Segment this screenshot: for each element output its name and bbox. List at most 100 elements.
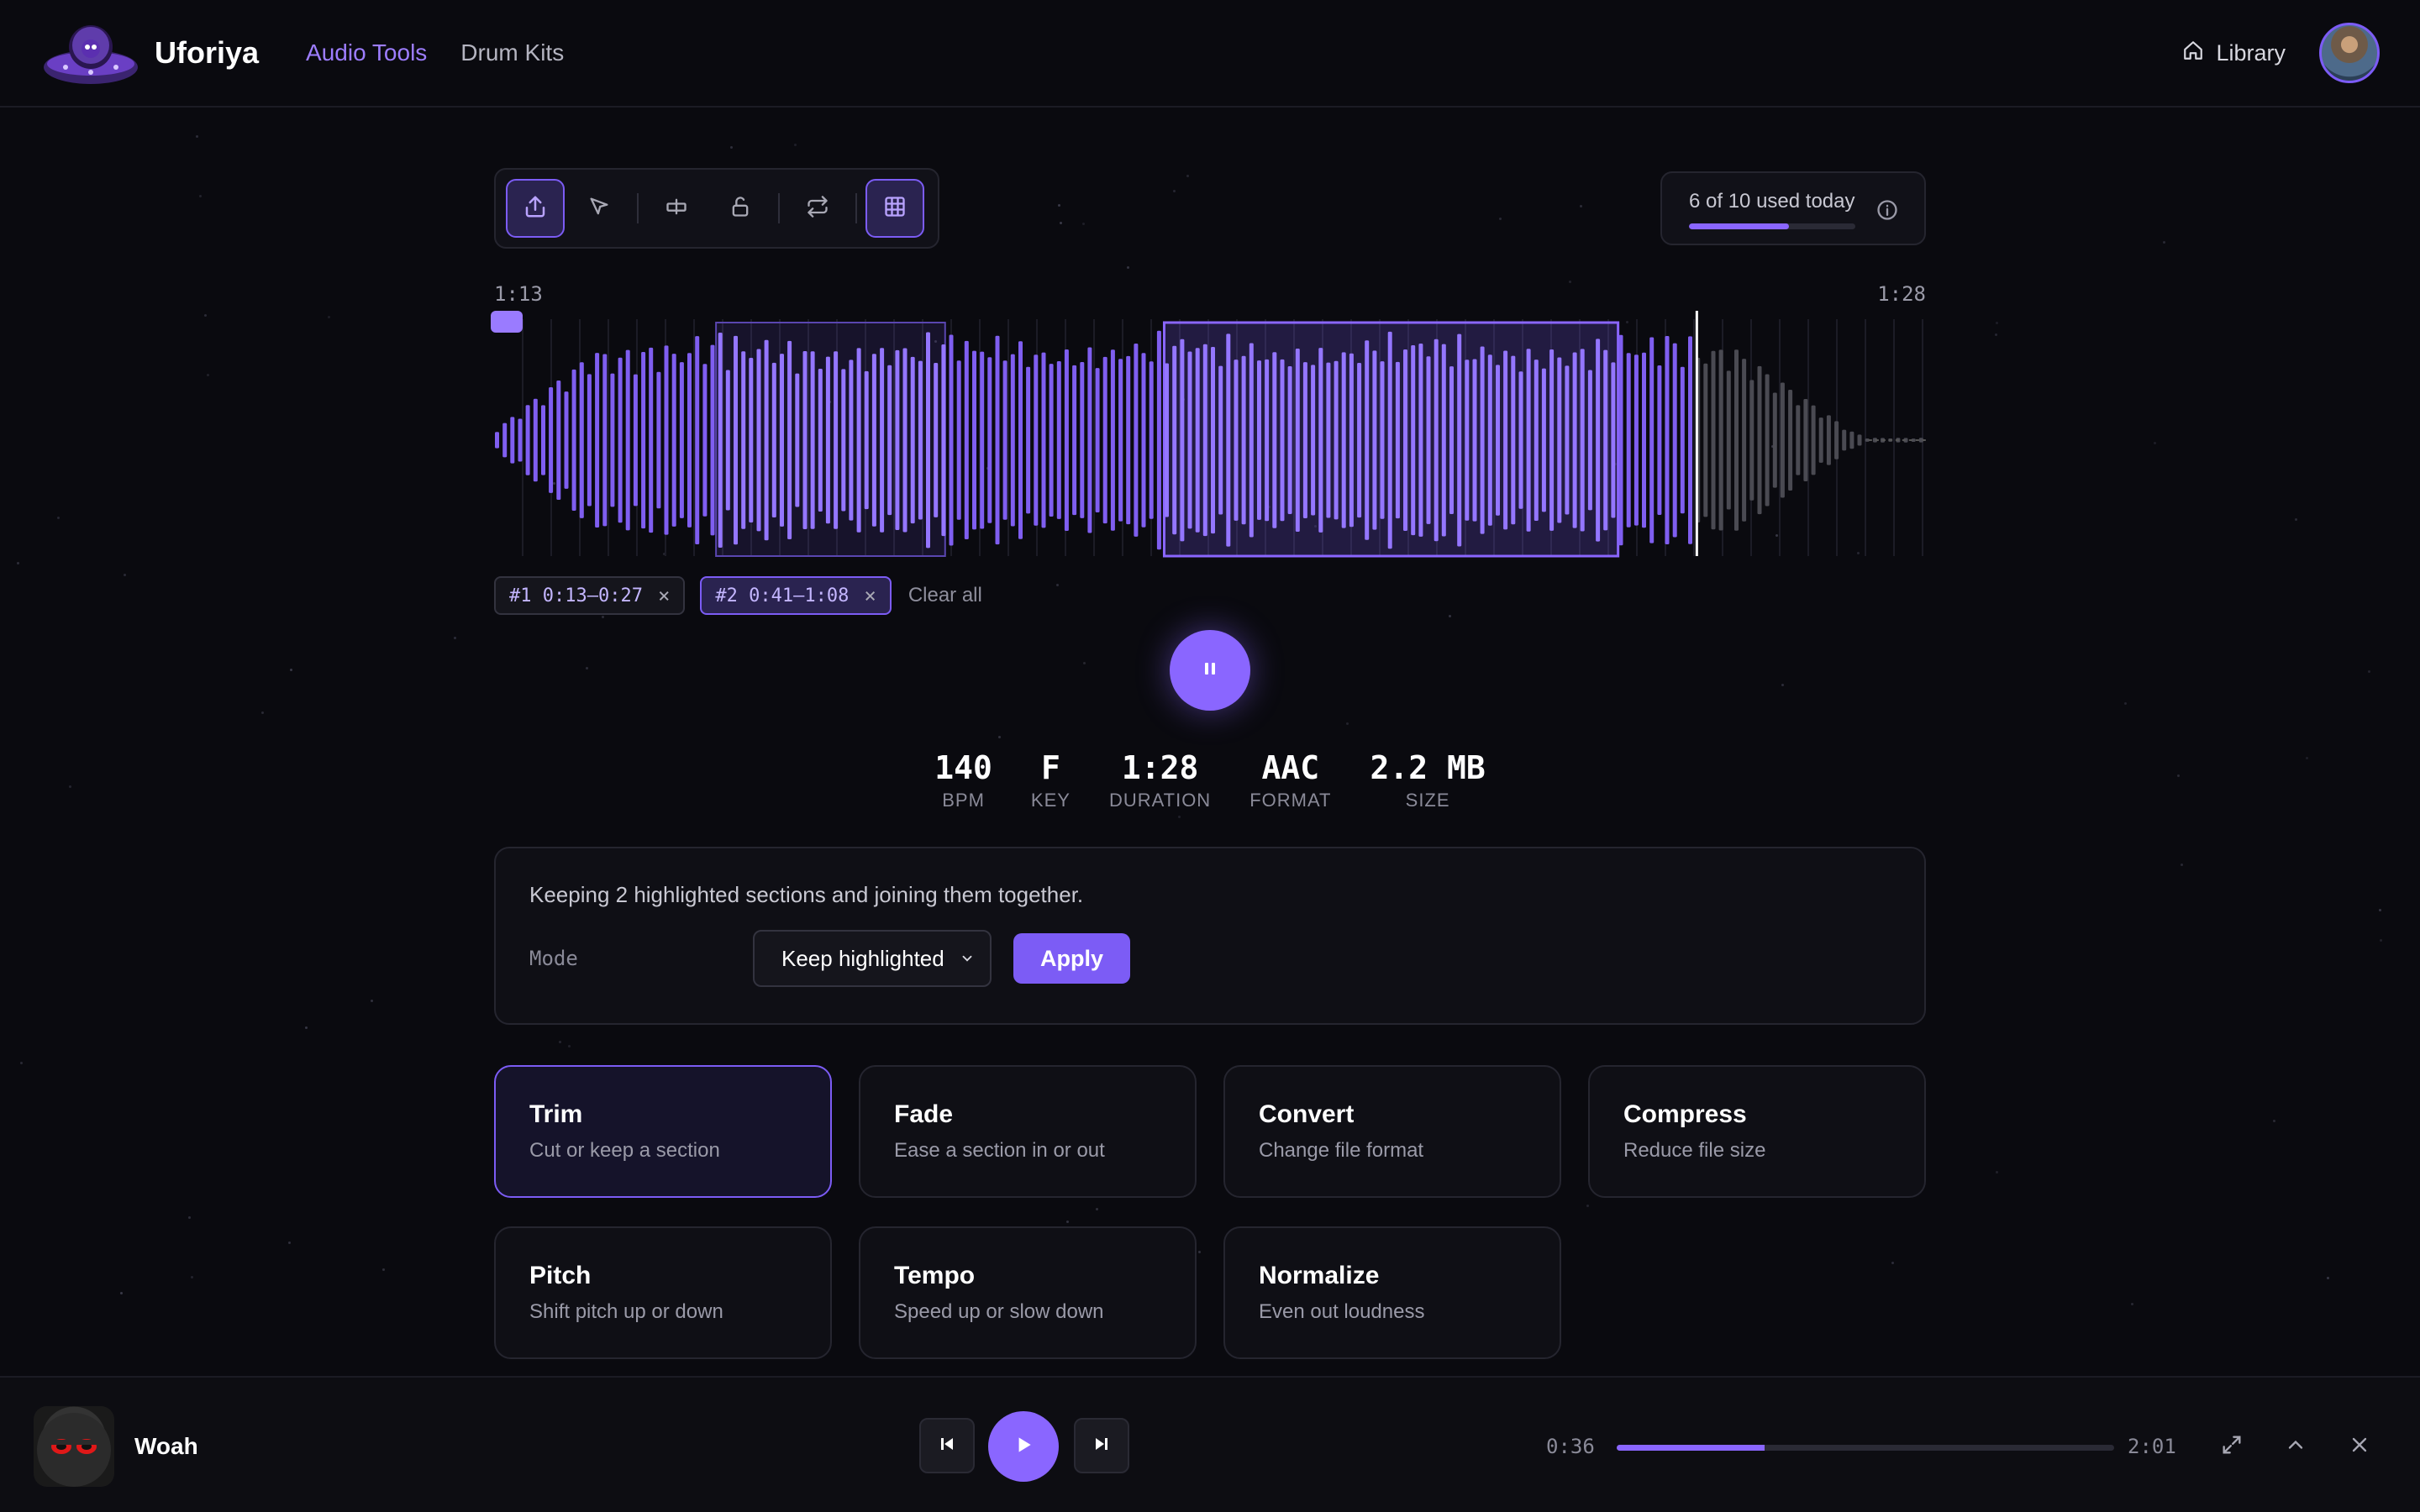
waveform-bar <box>1596 339 1601 542</box>
waveform-bar <box>1218 365 1223 515</box>
waveform-bar <box>1156 330 1161 550</box>
waveform-bar <box>1018 341 1023 539</box>
playhead-handle[interactable] <box>491 311 523 333</box>
mode-select[interactable]: Keep highlighted <box>753 930 992 987</box>
collapse-button[interactable] <box>2277 1428 2314 1465</box>
star-dot <box>1060 222 1062 224</box>
waveform-canvas[interactable] <box>494 311 1926 559</box>
stat-format: AAC FORMAT <box>1249 749 1331 811</box>
tool-card-desc: Shift pitch up or down <box>529 1300 723 1323</box>
waveform-bar <box>871 354 876 527</box>
split-tool-button[interactable] <box>647 179 706 238</box>
clear-all-button[interactable]: Clear all <box>908 584 982 607</box>
waveform-bar <box>1649 337 1655 543</box>
loop-tool-button[interactable] <box>788 179 847 238</box>
waveform-bar <box>734 335 738 545</box>
waveform-bar <box>1472 359 1477 522</box>
usage-progress-bar <box>1689 223 1855 229</box>
play-button[interactable] <box>988 1411 1059 1482</box>
waveform-bar <box>810 351 815 529</box>
tool-card-convert[interactable]: Convert Change file format <box>1223 1065 1561 1198</box>
star-dot <box>2163 241 2165 244</box>
waveform-bar <box>902 348 908 533</box>
star-dot <box>730 146 733 149</box>
waveform-bar <box>818 369 823 512</box>
mode-row: Mode Keep highlighted Apply <box>529 930 1891 987</box>
user-avatar[interactable] <box>2319 23 2380 83</box>
previous-track-button[interactable] <box>919 1418 975 1473</box>
apply-button[interactable]: Apply <box>1013 933 1131 984</box>
waveform-bar <box>1134 344 1139 537</box>
waveform-bar <box>1365 340 1370 540</box>
waveform-bar <box>1780 382 1785 498</box>
star-dot <box>1178 816 1181 818</box>
library-link[interactable]: Library <box>2182 39 2286 67</box>
tool-card-pitch[interactable]: Pitch Shift pitch up or down <box>494 1226 832 1359</box>
waveform-bar <box>1772 392 1777 488</box>
star-dot <box>2131 1303 2133 1305</box>
playback-progress-bar[interactable] <box>1617 1445 2114 1451</box>
waveform-bar <box>1149 361 1154 519</box>
waveform-bar <box>1064 349 1069 531</box>
tool-card-normalize[interactable]: Normalize Even out loudness <box>1223 1226 1561 1359</box>
waveform-bar <box>1765 374 1770 507</box>
waveform-bar <box>1110 349 1115 531</box>
waveform-bar <box>802 351 808 529</box>
selection-chip-1[interactable]: #1 0:13–0:27 × <box>494 576 686 615</box>
nav-audio-tools[interactable]: Audio Tools <box>306 39 427 66</box>
waveform-bar <box>1372 350 1377 530</box>
waveform-bar <box>595 353 600 528</box>
waveform-bar <box>633 374 638 507</box>
waveform-bar <box>671 354 676 527</box>
waveform-bar <box>941 344 946 537</box>
tool-card-trim[interactable]: Trim Cut or keep a section <box>494 1065 832 1198</box>
close-icon[interactable]: × <box>658 584 670 607</box>
usage-progress-fill <box>1689 223 1789 229</box>
ufo-logo-icon[interactable] <box>40 15 141 91</box>
waveform-bar <box>518 418 523 462</box>
panel-description: Keeping 2 highlighted sections and joini… <box>529 882 1084 907</box>
waveform-bar <box>1002 360 1007 520</box>
brand-name[interactable]: Uforiya <box>155 35 259 71</box>
pause-button[interactable] <box>1170 630 1250 711</box>
next-track-button[interactable] <box>1074 1418 1129 1473</box>
expand-button[interactable] <box>2213 1428 2250 1465</box>
waveform-bar <box>495 432 499 449</box>
track-artwork[interactable] <box>34 1406 114 1487</box>
waveform-start-time: 1:13 <box>494 282 543 306</box>
waveform-bar <box>1680 366 1685 514</box>
selection-chip-label: #2 0:41–1:08 <box>715 585 850 606</box>
main-nav: Audio Tools Drum Kits <box>306 39 564 66</box>
upload-button[interactable] <box>506 179 565 238</box>
grid-toggle-button[interactable] <box>865 179 924 238</box>
close-player-button[interactable] <box>2341 1428 2378 1465</box>
tool-card-compress[interactable]: Compress Reduce file size <box>1588 1065 1926 1198</box>
star-dot <box>20 1062 23 1064</box>
skip-back-icon <box>937 1434 957 1458</box>
star-dot <box>2306 757 2308 759</box>
waveform-bar <box>1718 349 1723 531</box>
waveform-bar <box>625 349 630 531</box>
waveform-bar <box>1318 348 1323 533</box>
selection-chip-2[interactable]: #2 0:41–1:08 × <box>700 576 892 615</box>
select-tool-button[interactable] <box>570 179 629 238</box>
close-icon[interactable]: × <box>864 584 876 607</box>
waveform-bar <box>1526 349 1531 532</box>
waveform-bar <box>1195 348 1200 533</box>
waveform-bar <box>1202 344 1207 537</box>
waveform-bar <box>1811 405 1816 475</box>
bottom-player: Woah 0:36 2:01 <box>0 1376 2420 1512</box>
stat-bpm: 140 BPM <box>934 749 992 811</box>
nav-drum-kits[interactable]: Drum Kits <box>460 39 564 66</box>
waveform-bar <box>856 348 861 533</box>
star-dot <box>1499 218 1502 220</box>
waveform-bar <box>972 350 976 530</box>
tool-card-tempo[interactable]: Tempo Speed up or slow down <box>859 1226 1197 1359</box>
info-icon[interactable] <box>1876 198 1899 226</box>
waveform-editor[interactable] <box>491 311 1926 559</box>
tool-card-fade[interactable]: Fade Ease a section in or out <box>859 1065 1197 1198</box>
waveform-bar <box>725 370 730 511</box>
waveform-bar <box>1349 353 1354 528</box>
lock-tool-button[interactable] <box>711 179 770 238</box>
mode-label: Mode <box>529 947 578 970</box>
